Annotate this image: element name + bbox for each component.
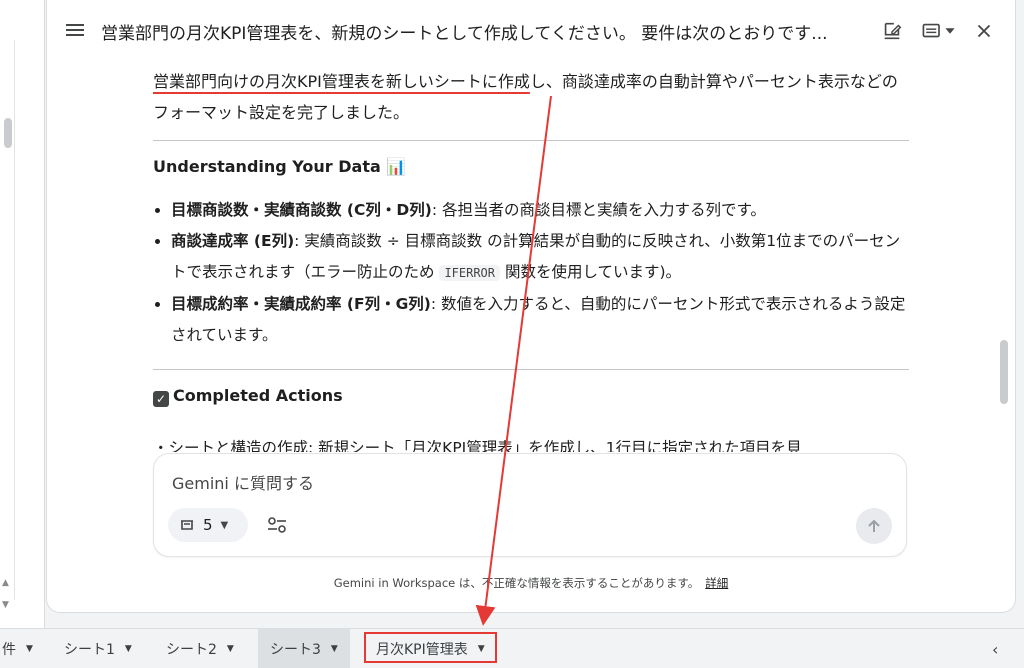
spreadsheet-background: ▲ ▼ bbox=[0, 0, 45, 628]
view-mode-icon[interactable] bbox=[919, 20, 959, 42]
chevron-left-icon[interactable]: ‹ bbox=[992, 640, 998, 659]
intro-highlighted-text: 営業部門向けの月次KPI管理表を新しいシートに作成 bbox=[153, 72, 530, 91]
bullet-bold: 商談達成率 (E列) bbox=[171, 232, 295, 250]
panel-scrollbar[interactable] bbox=[1000, 340, 1008, 404]
section-title-text: Completed Actions bbox=[173, 386, 343, 405]
list-item: 目標商談数・実績商談数 (C列・D列): 各担当者の商談目標と実績を入力する列で… bbox=[171, 195, 909, 226]
tab-sheet2[interactable]: シート2 ▼ bbox=[166, 629, 234, 668]
prompt-input[interactable]: Gemini に質問する bbox=[172, 470, 314, 494]
close-icon[interactable] bbox=[973, 20, 995, 42]
gemini-side-panel: 営業部門の月次KPI管理表を、新規のシートとして作成してください。 要件は次のと… bbox=[46, 0, 1016, 613]
chevron-down-icon[interactable]: ▼ bbox=[125, 644, 132, 654]
bullet-list: 目標商談数・実績商談数 (C列・D列): 各担当者の商談目標と実績を入力する列で… bbox=[153, 195, 909, 351]
stack-icon bbox=[181, 520, 193, 530]
chevron-down-icon[interactable]: ▼ bbox=[227, 644, 234, 654]
chevron-down-icon: ▼ bbox=[220, 519, 229, 531]
tab-partial[interactable]: 件 ▼ bbox=[2, 629, 33, 668]
arrow-up-icon bbox=[868, 519, 880, 532]
response-intro: 営業部門向けの月次KPI管理表を新しいシートに作成し、商談達成率の自動計算やパー… bbox=[153, 66, 909, 128]
divider bbox=[153, 369, 909, 370]
disclaimer: Gemini in Workspace は、不正確な情報を表示することがあります… bbox=[47, 575, 1015, 591]
bullet-text: : 各担当者の商談目標と実績を入力する列です。 bbox=[431, 201, 766, 219]
bullet-bold: 目標商談数・実績商談数 (C列・D列) bbox=[171, 201, 432, 219]
chevron-down-icon[interactable]: ▼ bbox=[331, 644, 338, 654]
panel-header: 営業部門の月次KPI管理表を、新規のシートとして作成してください。 要件は次のと… bbox=[47, 0, 1015, 62]
sheet-scrollbar[interactable] bbox=[4, 118, 12, 148]
list-item: 目標成約率・実績成約率 (F列・G列): 数値を入力すると、自動的にパーセント形… bbox=[171, 289, 909, 351]
edit-icon[interactable] bbox=[881, 20, 903, 42]
response-content: 営業部門向けの月次KPI管理表を新しいシートに作成し、商談達成率の自動計算やパー… bbox=[153, 62, 909, 452]
section-title-completed: ✓ Completed Actions bbox=[153, 384, 909, 408]
learn-more-link[interactable]: 詳細 bbox=[705, 576, 728, 590]
prompt-input-box[interactable]: Gemini に質問する 5 ▼ bbox=[153, 453, 907, 557]
bullet-bold: 目標成約率・実績成約率 (F列・G列) bbox=[171, 295, 431, 313]
model-selector-button[interactable]: 5 ▼ bbox=[168, 508, 248, 542]
tab-sheet3[interactable]: シート3 ▼ bbox=[258, 629, 350, 668]
partially-visible-line: ・シートと構造の作成: 新規シート「月次KPI管理表」を作成し、1行目に指定され… bbox=[153, 439, 802, 452]
tune-icon[interactable] bbox=[266, 515, 288, 535]
tab-label: シート2 bbox=[166, 641, 217, 658]
tab-label: シート3 bbox=[270, 641, 321, 658]
inline-code: IFERROR bbox=[439, 265, 501, 281]
section-title-understanding: Understanding Your Data 📊 bbox=[153, 157, 407, 176]
send-button[interactable] bbox=[856, 508, 892, 544]
tab-label: 件 bbox=[2, 641, 16, 658]
scroll-down-arrow-icon[interactable]: ▼ bbox=[2, 600, 9, 610]
tab-label: シート1 bbox=[64, 641, 115, 658]
scroll-up-arrow-icon[interactable]: ▲ bbox=[2, 578, 9, 588]
annotation-highlight-box bbox=[364, 632, 497, 663]
tab-sheet1[interactable]: シート1 ▼ bbox=[64, 629, 132, 668]
model-count: 5 bbox=[203, 516, 213, 534]
conversation-title: 営業部門の月次KPI管理表を、新規のシートとして作成してください。 要件は次のと… bbox=[101, 24, 828, 44]
divider bbox=[153, 140, 909, 141]
disclaimer-text: Gemini in Workspace は、不正確な情報を表示することがあります… bbox=[333, 576, 700, 590]
check-mark-icon: ✓ bbox=[153, 391, 169, 407]
list-item: 商談達成率 (E列): 実績商談数 ÷ 目標商談数 の計算結果が自動的に反映され… bbox=[171, 226, 909, 289]
sheet-tab-bar: 件 ▼ シート1 ▼ シート2 ▼ シート3 ▼ 月次KPI管理表 ▼ bbox=[0, 628, 1024, 668]
chevron-down-icon[interactable]: ▼ bbox=[26, 644, 33, 654]
menu-icon[interactable] bbox=[65, 21, 85, 41]
bullet-text: 関数を使用しています)。 bbox=[500, 263, 682, 281]
